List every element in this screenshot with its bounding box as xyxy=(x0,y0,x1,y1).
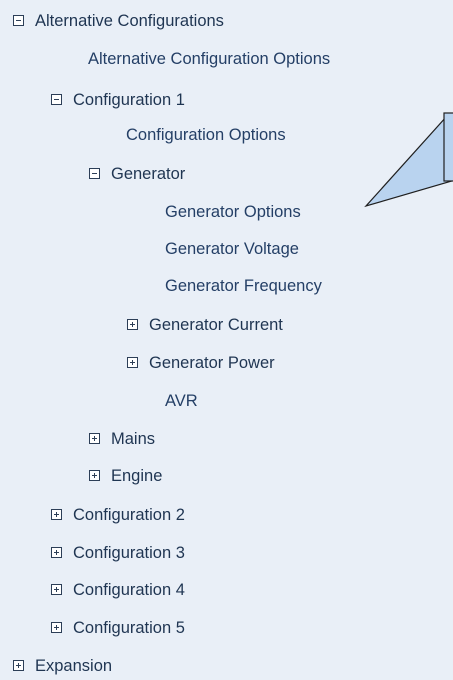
tree-node-label: Mains xyxy=(111,430,156,448)
tree-node-label: Generator Current xyxy=(149,316,283,334)
tree-panel: Alternative Configurations Alternative C… xyxy=(0,0,453,680)
tree-node-label: Generator xyxy=(111,165,186,183)
expand-icon[interactable] xyxy=(51,622,62,633)
expand-icon[interactable] xyxy=(127,357,138,368)
tree-node-label: Configuration 3 xyxy=(73,544,185,562)
expand-icon[interactable] xyxy=(89,470,100,481)
tree-node-label: Generator Voltage xyxy=(165,240,299,258)
expand-icon[interactable] xyxy=(89,433,100,444)
tree-node-label: Alternative Configurations xyxy=(35,12,224,30)
tree-node-label: Alternative Configuration Options xyxy=(88,50,331,68)
expand-icon[interactable] xyxy=(51,584,62,595)
expand-icon[interactable] xyxy=(127,319,138,330)
collapse-icon[interactable] xyxy=(89,168,100,179)
tree-node-label: Configuration 5 xyxy=(73,619,185,637)
expand-icon[interactable] xyxy=(13,660,24,671)
tree-node-label: Expansion xyxy=(35,657,113,675)
tree-node-label: Configuration Options xyxy=(126,126,286,144)
tree-node-label: Configuration 4 xyxy=(73,581,185,599)
tree-node-label: Configuration 1 xyxy=(73,91,185,109)
expand-icon[interactable] xyxy=(51,509,62,520)
tree-node-label: AVR xyxy=(165,392,198,410)
tree-node-label: Configuration 2 xyxy=(73,506,185,524)
tree-node-label: Engine xyxy=(111,467,163,485)
collapse-icon[interactable] xyxy=(51,94,62,105)
tree-node-label: Generator Frequency xyxy=(165,277,322,295)
collapse-icon[interactable] xyxy=(13,15,24,26)
expand-icon[interactable] xyxy=(51,547,62,558)
tree-node-label: Generator Power xyxy=(149,354,275,372)
tree-node-label: Generator Options xyxy=(165,203,301,221)
